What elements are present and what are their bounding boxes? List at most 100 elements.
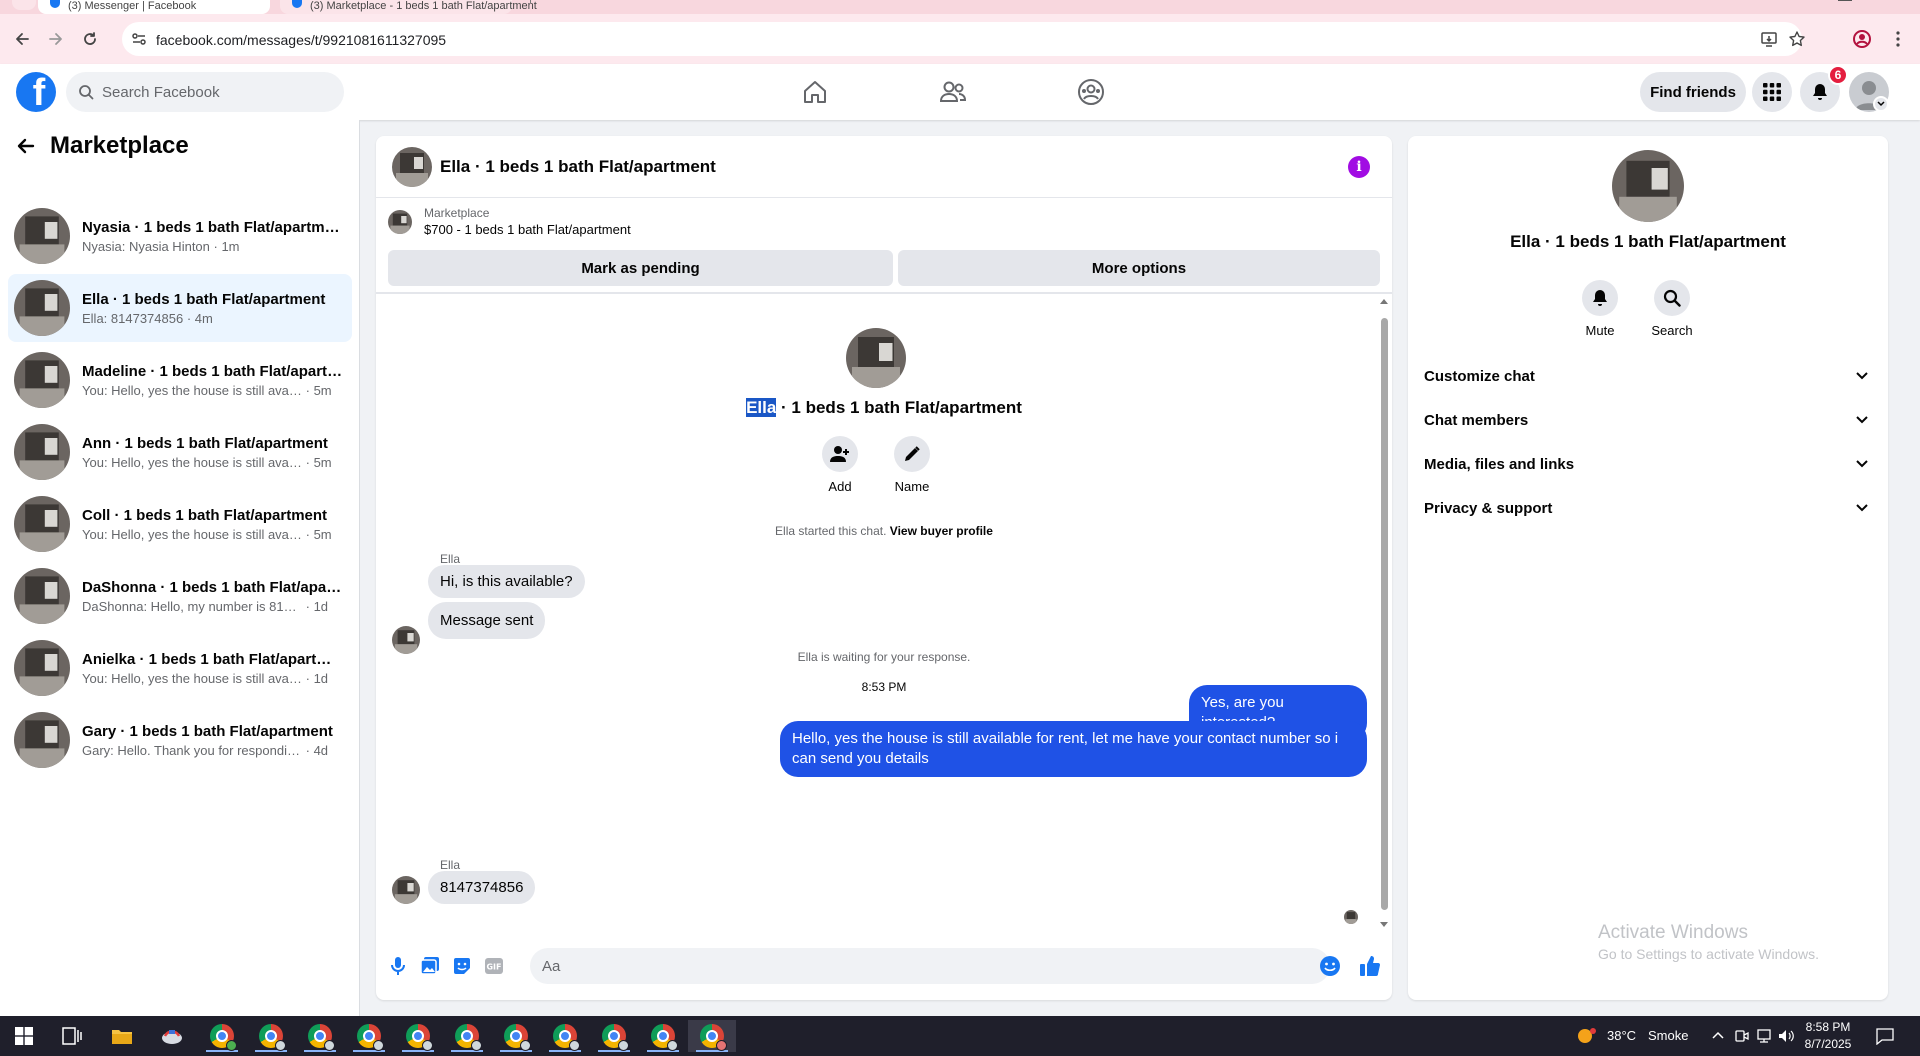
mute-action[interactable]: Mute bbox=[1570, 280, 1630, 338]
conversation-item[interactable]: Gary · 1 beds 1 bath Flat/apartment Gary:… bbox=[8, 706, 352, 774]
taskbar-app[interactable] bbox=[148, 1020, 196, 1052]
conversation-item[interactable]: Ann · 1 beds 1 bath Flat/apartment You: H… bbox=[8, 418, 352, 486]
menu-button[interactable] bbox=[1752, 72, 1792, 112]
new-tab-button[interactable] bbox=[530, 0, 540, 3]
reload-button[interactable] bbox=[74, 23, 106, 55]
listing-description[interactable]: $700 - 1 beds 1 bath Flat/apartment bbox=[424, 222, 631, 237]
received-message[interactable]: Message sent bbox=[428, 602, 546, 639]
taskbar-chrome-2[interactable] bbox=[247, 1020, 295, 1052]
nav-home[interactable] bbox=[798, 76, 832, 108]
chat-avatar[interactable] bbox=[392, 147, 432, 187]
conversation-name: DaShonna · 1 beds 1 bath Flat/apartment bbox=[82, 578, 344, 596]
scroll-thumb[interactable] bbox=[1381, 318, 1388, 910]
facebook-favicon-icon bbox=[292, 0, 302, 8]
mark-as-pending-button[interactable]: Mark as pending bbox=[388, 250, 893, 286]
taskbar-chrome-9[interactable] bbox=[590, 1020, 638, 1052]
search-input[interactable] bbox=[102, 83, 322, 101]
taskbar-chrome-8[interactable] bbox=[541, 1020, 589, 1052]
emoji-button[interactable] bbox=[1318, 954, 1342, 978]
scroll-down-icon[interactable] bbox=[1380, 922, 1388, 928]
conversation-item[interactable]: Ella · 1 beds 1 bath Flat/apartment Ella:… bbox=[8, 274, 352, 342]
listing-banner: Marketplace $700 - 1 beds 1 bath Flat/ap… bbox=[376, 198, 1392, 294]
taskbar-chrome-4[interactable] bbox=[345, 1020, 393, 1052]
chrome-menu-button[interactable] bbox=[1882, 23, 1914, 55]
address-bar[interactable]: facebook.com/messages/t/9921081611327095 bbox=[122, 22, 1805, 56]
conversation-item[interactable]: Nyasia · 1 beds 1 bath Flat/apartment Nya… bbox=[8, 202, 352, 270]
network-icon[interactable] bbox=[1756, 1028, 1772, 1044]
chevron-up-icon[interactable] bbox=[1712, 1031, 1724, 1039]
sticker-button[interactable] bbox=[450, 954, 474, 978]
bookmark-star-icon[interactable] bbox=[1788, 30, 1806, 48]
back-button[interactable] bbox=[6, 23, 38, 55]
thread-avatar[interactable] bbox=[846, 328, 906, 388]
gif-button[interactable]: GIF bbox=[482, 954, 506, 978]
conversation-info-button[interactable]: i bbox=[1348, 156, 1370, 178]
install-app-icon[interactable] bbox=[1760, 30, 1778, 48]
taskbar-chrome-7[interactable] bbox=[492, 1020, 540, 1052]
more-options-button[interactable]: More options bbox=[898, 250, 1380, 286]
system-clock[interactable]: 8:58 PM 8/7/2025 bbox=[1796, 1019, 1860, 1053]
facebook-search[interactable] bbox=[66, 72, 344, 112]
conversation-item[interactable]: Coll · 1 beds 1 bath Flat/apartment You: … bbox=[8, 490, 352, 558]
sender-avatar[interactable] bbox=[392, 876, 420, 904]
browser-tab-messenger[interactable]: (3) Messenger | Facebook bbox=[38, 0, 270, 14]
task-view-button[interactable] bbox=[48, 1020, 96, 1052]
notification-center-icon[interactable] bbox=[1876, 1027, 1894, 1045]
account-caret[interactable] bbox=[1873, 96, 1889, 112]
conversation-item[interactable]: Madeline · 1 beds 1 bath Flat/apartment Y… bbox=[8, 346, 352, 414]
edit-name-action[interactable]: Name bbox=[882, 436, 942, 494]
taskbar-chrome-3[interactable] bbox=[296, 1020, 344, 1052]
taskbar-chrome-11[interactable] bbox=[688, 1020, 736, 1052]
message-input[interactable] bbox=[530, 948, 1330, 984]
taskbar-chrome-1[interactable] bbox=[198, 1020, 246, 1052]
site-info-icon[interactable] bbox=[130, 30, 148, 48]
facebook-logo[interactable]: f bbox=[16, 72, 56, 112]
conversation-item[interactable]: Anielka · 1 beds 1 bath Flat/apartment Yo… bbox=[8, 634, 352, 702]
volume-icon[interactable] bbox=[1778, 1028, 1794, 1044]
windows-taskbar: 38°C Smoke 8:58 PM 8/7/2025 bbox=[0, 1016, 1920, 1056]
thread-scrollbar[interactable] bbox=[1378, 296, 1390, 932]
weather-temperature[interactable]: 38°C bbox=[1607, 1028, 1636, 1043]
url-text[interactable]: facebook.com/messages/t/9921081611327095 bbox=[156, 32, 446, 48]
listing-thumbnail[interactable] bbox=[388, 210, 412, 234]
meet-now-icon[interactable] bbox=[1735, 1028, 1749, 1044]
voice-clip-button[interactable] bbox=[386, 954, 410, 978]
chat-title[interactable]: Ella · 1 beds 1 bath Flat/apartment bbox=[440, 157, 716, 177]
customize-chat-section[interactable]: Customize chat bbox=[1416, 356, 1880, 396]
nav-friends[interactable] bbox=[936, 76, 970, 108]
received-message[interactable]: 8147374856 bbox=[428, 871, 536, 904]
media-files-links-section[interactable]: Media, files and links bbox=[1416, 444, 1880, 484]
chrome-profile-button[interactable] bbox=[1846, 23, 1878, 55]
chat-panel: Ella · 1 beds 1 bath Flat/apartment i Ma… bbox=[376, 136, 1392, 1000]
back-arrow-icon[interactable] bbox=[16, 136, 36, 156]
start-button[interactable] bbox=[0, 1020, 48, 1052]
privacy-support-section[interactable]: Privacy & support bbox=[1416, 488, 1880, 528]
taskbar-chrome-10[interactable] bbox=[639, 1020, 687, 1052]
nav-groups[interactable] bbox=[1074, 76, 1108, 108]
info-avatar[interactable] bbox=[1612, 150, 1684, 222]
minimize-window-icon[interactable] bbox=[1838, 0, 1852, 1]
scroll-up-icon[interactable] bbox=[1380, 298, 1388, 304]
find-friends-button[interactable]: Find friends bbox=[1640, 72, 1746, 112]
sent-message[interactable]: Hello, yes the house is still available … bbox=[780, 721, 1367, 777]
taskbar-file-explorer[interactable] bbox=[98, 1020, 146, 1052]
taskbar-chrome-5[interactable] bbox=[394, 1020, 442, 1052]
thread-title: Ella · 1 beds 1 bath Flat/apartment bbox=[376, 398, 1392, 418]
preview-separator: · bbox=[302, 598, 314, 614]
chat-members-section[interactable]: Chat members bbox=[1416, 400, 1880, 440]
conversation-item[interactable]: DaShonna · 1 beds 1 bath Flat/apartment D… bbox=[8, 562, 352, 630]
received-message[interactable]: Hi, is this available? bbox=[428, 565, 585, 598]
weather-icon[interactable] bbox=[1576, 1026, 1598, 1046]
conversation-text: Madeline · 1 beds 1 bath Flat/apartment Y… bbox=[82, 363, 344, 398]
send-like-button[interactable] bbox=[1358, 954, 1382, 978]
add-member-action[interactable]: Add bbox=[810, 436, 870, 494]
weather-condition[interactable]: Smoke bbox=[1648, 1028, 1688, 1043]
forward-button[interactable] bbox=[40, 23, 72, 55]
tab-search-button[interactable] bbox=[12, 0, 36, 10]
search-in-conversation-action[interactable]: Search bbox=[1642, 280, 1702, 338]
browser-tab-marketplace[interactable]: (3) Marketplace - 1 beds 1 bath Flat/apa… bbox=[280, 0, 537, 14]
taskbar-chrome-6[interactable] bbox=[443, 1020, 491, 1052]
attach-photo-button[interactable] bbox=[418, 954, 442, 978]
view-buyer-profile-link[interactable]: View buyer profile bbox=[890, 524, 993, 538]
conversation-preview: You: Hello, yes the house is still avail… bbox=[82, 383, 344, 398]
